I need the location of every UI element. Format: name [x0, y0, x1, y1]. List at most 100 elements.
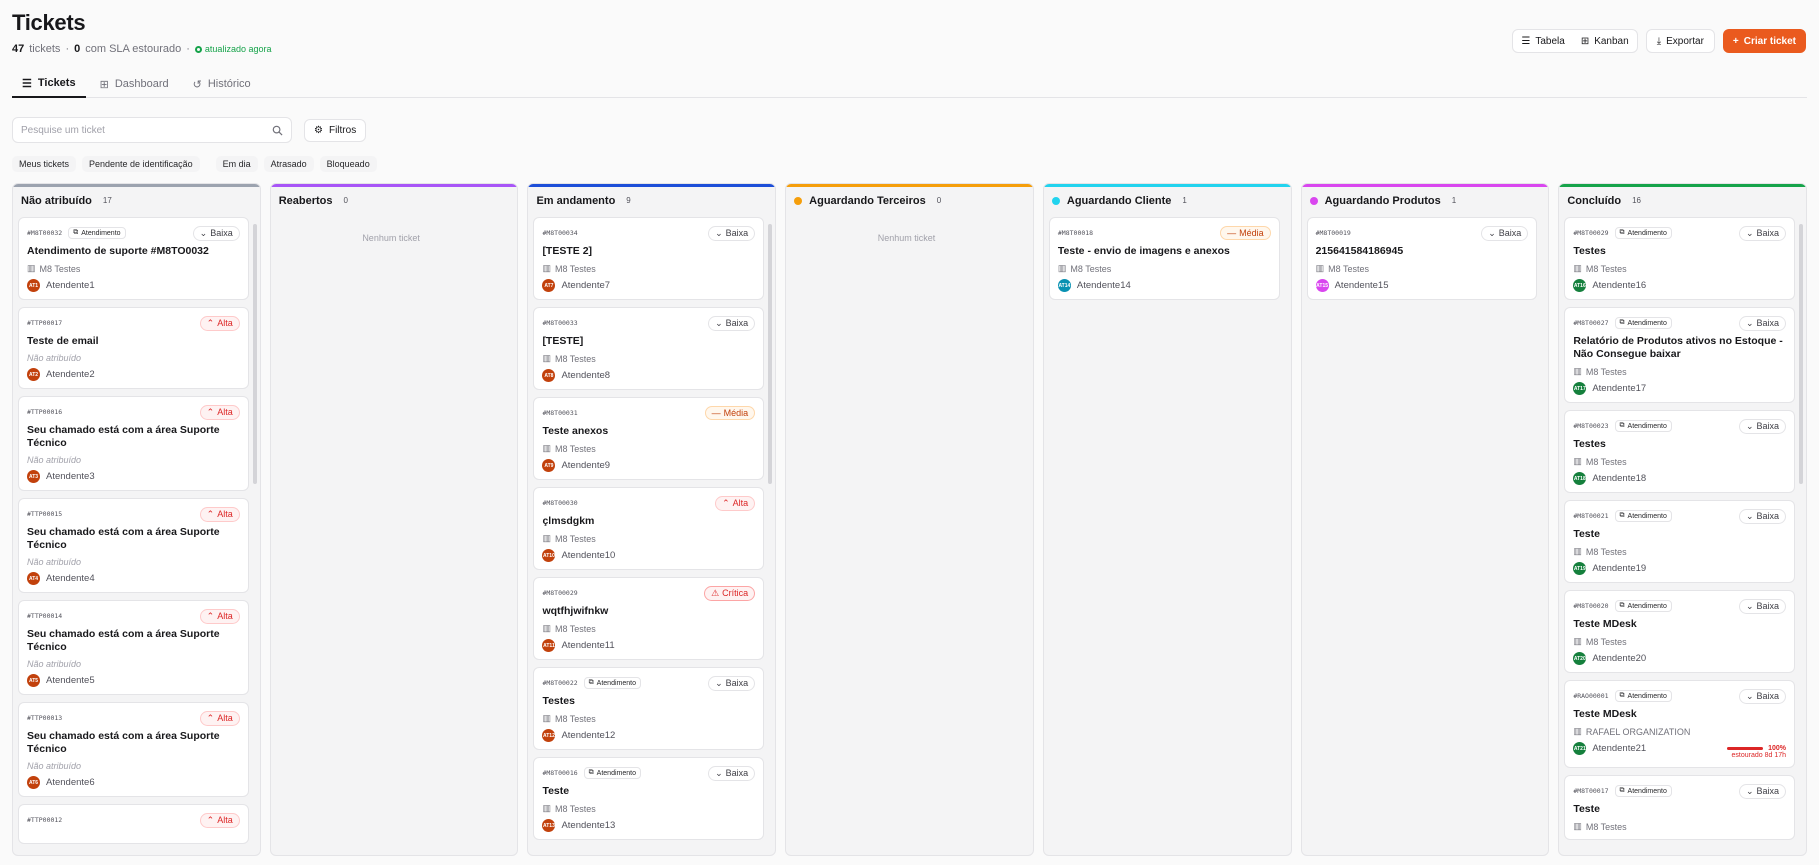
- column-count: 9: [626, 196, 631, 205]
- ticket-organization: Não atribuído: [27, 557, 240, 567]
- column-scrollbar[interactable]: [252, 224, 257, 484]
- export-button[interactable]: ⤓ Exportar: [1645, 29, 1715, 53]
- building-icon: ▥: [1573, 546, 1582, 556]
- ticket-card[interactable]: #M8T00018 — Média Teste - envio de imagens …: [1048, 217, 1280, 300]
- filters-button[interactable]: ⚙ Filtros: [304, 119, 367, 142]
- assignee-name: Atendente8: [561, 370, 611, 381]
- priority-label: Baixa: [1756, 318, 1780, 328]
- building-icon: ▥: [542, 443, 551, 453]
- ticket-card[interactable]: #M8T00016 ⧉ Atendimento ⌄ Baixa Teste ▥ M8 Test…: [533, 757, 765, 840]
- chip-late[interactable]: Atrasado: [263, 156, 314, 172]
- column-scrollbar[interactable]: [1799, 224, 1804, 484]
- ticket-card[interactable]: #TTP00017 ⌃ Alta Teste de email Não atribuíd…: [18, 307, 249, 389]
- ticket-code: #M8T00022: [542, 679, 578, 687]
- page-title: Tickets: [12, 10, 86, 35]
- column-title: Aguardando Produtos: [1324, 194, 1441, 207]
- category-label: Atendimento: [1627, 512, 1667, 520]
- kanban-column: Aguardando Produtos 1 #M8T00019 ⌄ Baixa 21564…: [1300, 183, 1550, 856]
- ticket-organization: Não atribuído: [27, 353, 240, 363]
- organization-name: M8 Testes: [554, 623, 596, 634]
- ticket-code: #TTP00016: [27, 408, 63, 416]
- ticket-card[interactable]: #TTP00012 ⌃ Alta: [18, 804, 249, 844]
- chat-icon: ⧉: [1619, 787, 1625, 794]
- view-kanban-button[interactable]: ⊞ Kanban: [1573, 30, 1637, 52]
- category-tag: ⧉ Atendimento: [1614, 600, 1672, 612]
- ticket-title: Seu chamado está com a área Suporte Técn…: [27, 628, 220, 653]
- priority-baixa-icon: ⌄: [715, 227, 723, 238]
- ticket-card[interactable]: #M8T00031 — Média Teste anexos ▥ M8 Testes AT9…: [533, 397, 765, 480]
- status-dot-icon: [794, 196, 803, 205]
- priority-label: Baixa: [1756, 421, 1780, 431]
- column-count: 1: [1182, 196, 1187, 205]
- ticket-code: #M8T00016: [542, 769, 578, 777]
- card-list: #M8T00034 ⌄ Baixa [TESTE 2] ▥ M8 Testes AT7 Ate…: [533, 217, 765, 855]
- chip-my-tickets[interactable]: Meus tickets: [12, 156, 77, 172]
- category-label: Atendimento: [1627, 422, 1667, 430]
- ticket-card[interactable]: #TTP00014 ⌃ Alta Seu chamado está com a áre…: [18, 600, 249, 695]
- chip-pending-id[interactable]: Pendente de identificação: [82, 156, 200, 172]
- ticket-assignee: AT13 Atendente13: [542, 819, 755, 832]
- view-switch: ☰ Tabela ⊞ Kanban: [1512, 29, 1638, 53]
- assignee-name: Atendente10: [561, 550, 616, 561]
- organization-name: M8 Testes: [39, 263, 81, 274]
- ticket-organization: ▥ M8 Testes: [1573, 636, 1786, 647]
- ticket-title: Seu chamado está com a área Suporte Técn…: [27, 424, 220, 449]
- ticket-card[interactable]: #M8T00019 ⌄ Baixa 215641584186945 ▥ M8 Testes…: [1306, 217, 1538, 300]
- ticket-card[interactable]: #M8T00021 ⧉ Atendimento ⌄ Baixa Teste ▥ M8 Test…: [1564, 500, 1796, 583]
- ticket-card[interactable]: #M8T00017 ⧉ Atendimento ⌄ Baixa Teste ▥ M8 Test…: [1564, 775, 1796, 840]
- view-table-button[interactable]: ☰ Tabela: [1513, 30, 1572, 52]
- chip-blocked[interactable]: Bloqueado: [319, 156, 377, 172]
- search-input[interactable]: [21, 124, 251, 136]
- priority-badge: ⌃ Alta: [715, 495, 756, 511]
- priority-badge: ⌄ Baixa: [708, 225, 756, 241]
- tab-dashboard[interactable]: ⊞ Dashboard: [90, 70, 179, 98]
- card-top: #M8T00032 ⧉ Atendimento ⌄ Baixa: [27, 225, 240, 241]
- column-header: Aguardando Cliente 1: [1044, 184, 1291, 217]
- ticket-card[interactable]: #M8T00022 ⧉ Atendimento ⌄ Baixa Testes ▥ M8 Tes…: [533, 667, 765, 750]
- ticket-organization: ▥ M8 Testes: [542, 263, 755, 274]
- priority-badge: ⌄ Baixa: [1738, 508, 1787, 524]
- create-ticket-button[interactable]: + Criar ticket: [1722, 29, 1806, 53]
- ticket-assignee: AT15 Atendente15: [1315, 279, 1529, 292]
- ticket-card[interactable]: #M8T00034 ⌄ Baixa [TESTE 2] ▥ M8 Testes AT7 Ate…: [533, 217, 765, 300]
- ticket-code: #TTP00015: [27, 510, 63, 518]
- building-icon: ▥: [1573, 263, 1582, 273]
- ticket-card[interactable]: #TTP00013 ⌃ Alta Seu chamado está com a áre…: [18, 702, 249, 797]
- kanban-column: Não atribuído 17 #M8T00032 ⧉ Atendimento ⌄ Bai…: [12, 183, 261, 856]
- ticket-card[interactable]: #RAO00001 ⧉ Atendimento ⌄ Baixa Teste MDesk ▥ R…: [1564, 680, 1796, 768]
- ticket-title: Teste de email: [27, 335, 99, 347]
- ticket-assignee: AT1 Atendente1: [27, 279, 240, 292]
- priority-label: Baixa: [1756, 228, 1780, 238]
- organization-name: M8 Testes: [554, 803, 596, 814]
- ticket-card[interactable]: #TTP00016 ⌃ Alta Seu chamado está com a áre…: [18, 396, 249, 491]
- assignee-name: Atendente15: [1334, 280, 1389, 291]
- priority-baixa-icon: ⌄: [1745, 420, 1754, 431]
- ticket-card[interactable]: #TTP00015 ⌃ Alta Seu chamado está com a áre…: [18, 498, 249, 593]
- ticket-card[interactable]: #M8T00029 ⧉ Atendimento ⌄ Baixa Testes ▥ M8 Tes…: [1564, 217, 1796, 300]
- ticket-code: #M8T00032: [27, 229, 63, 237]
- ticket-title: Teste MDesk: [1573, 708, 1637, 720]
- ticket-card[interactable]: #M8T00033 ⌄ Baixa [TESTE] ▥ M8 Testes AT8 Atend…: [533, 307, 765, 390]
- card-top: #M8T00016 ⧉ Atendimento ⌄ Baixa: [542, 765, 756, 781]
- category-tag: ⧉ Atendimento: [583, 767, 641, 779]
- avatar: AT4: [27, 572, 40, 585]
- ticket-card[interactable]: #M8T00027 ⧉ Atendimento ⌄ Baixa Relatório de …: [1564, 307, 1796, 403]
- ticket-code: #M8T00021: [1573, 512, 1609, 520]
- priority-label: Alta: [217, 407, 233, 417]
- empty-message: Nenhum ticket: [362, 233, 420, 243]
- ticket-card[interactable]: #M8T00023 ⧉ Atendimento ⌄ Baixa Testes ▥ M8 Tes…: [1564, 410, 1796, 493]
- organization-name: Não atribuído: [27, 455, 82, 465]
- ticket-card[interactable]: #M8T00030 ⌃ Alta çlmsdgkm ▥ M8 Testes AT10 Aten…: [533, 487, 765, 570]
- ticket-card[interactable]: #M8T00029 ⚠ Crítica wqtfhjwifnkw ▥ M8 Testes A…: [533, 577, 765, 660]
- ticket-card[interactable]: #M8T00032 ⧉ Atendimento ⌄ Baixa Atendimento d…: [18, 217, 249, 300]
- organization-name: M8 Testes: [554, 263, 596, 274]
- tab-tickets[interactable]: ☰ Tickets: [12, 70, 86, 98]
- assignee-name: Atendente3: [46, 471, 95, 482]
- ticket-card[interactable]: #M8T00020 ⧉ Atendimento ⌄ Baixa Teste MDesk ▥ M…: [1564, 590, 1796, 673]
- tab-history[interactable]: ↺ Histórico: [183, 70, 261, 98]
- priority-badge: — Média: [1220, 226, 1271, 240]
- priority-label: Baixa: [1756, 511, 1780, 521]
- column-scrollbar[interactable]: [768, 224, 773, 484]
- kanban-column: Reabertos 0 Nenhum ticket: [269, 183, 519, 856]
- chip-on-time[interactable]: Em dia: [215, 156, 258, 172]
